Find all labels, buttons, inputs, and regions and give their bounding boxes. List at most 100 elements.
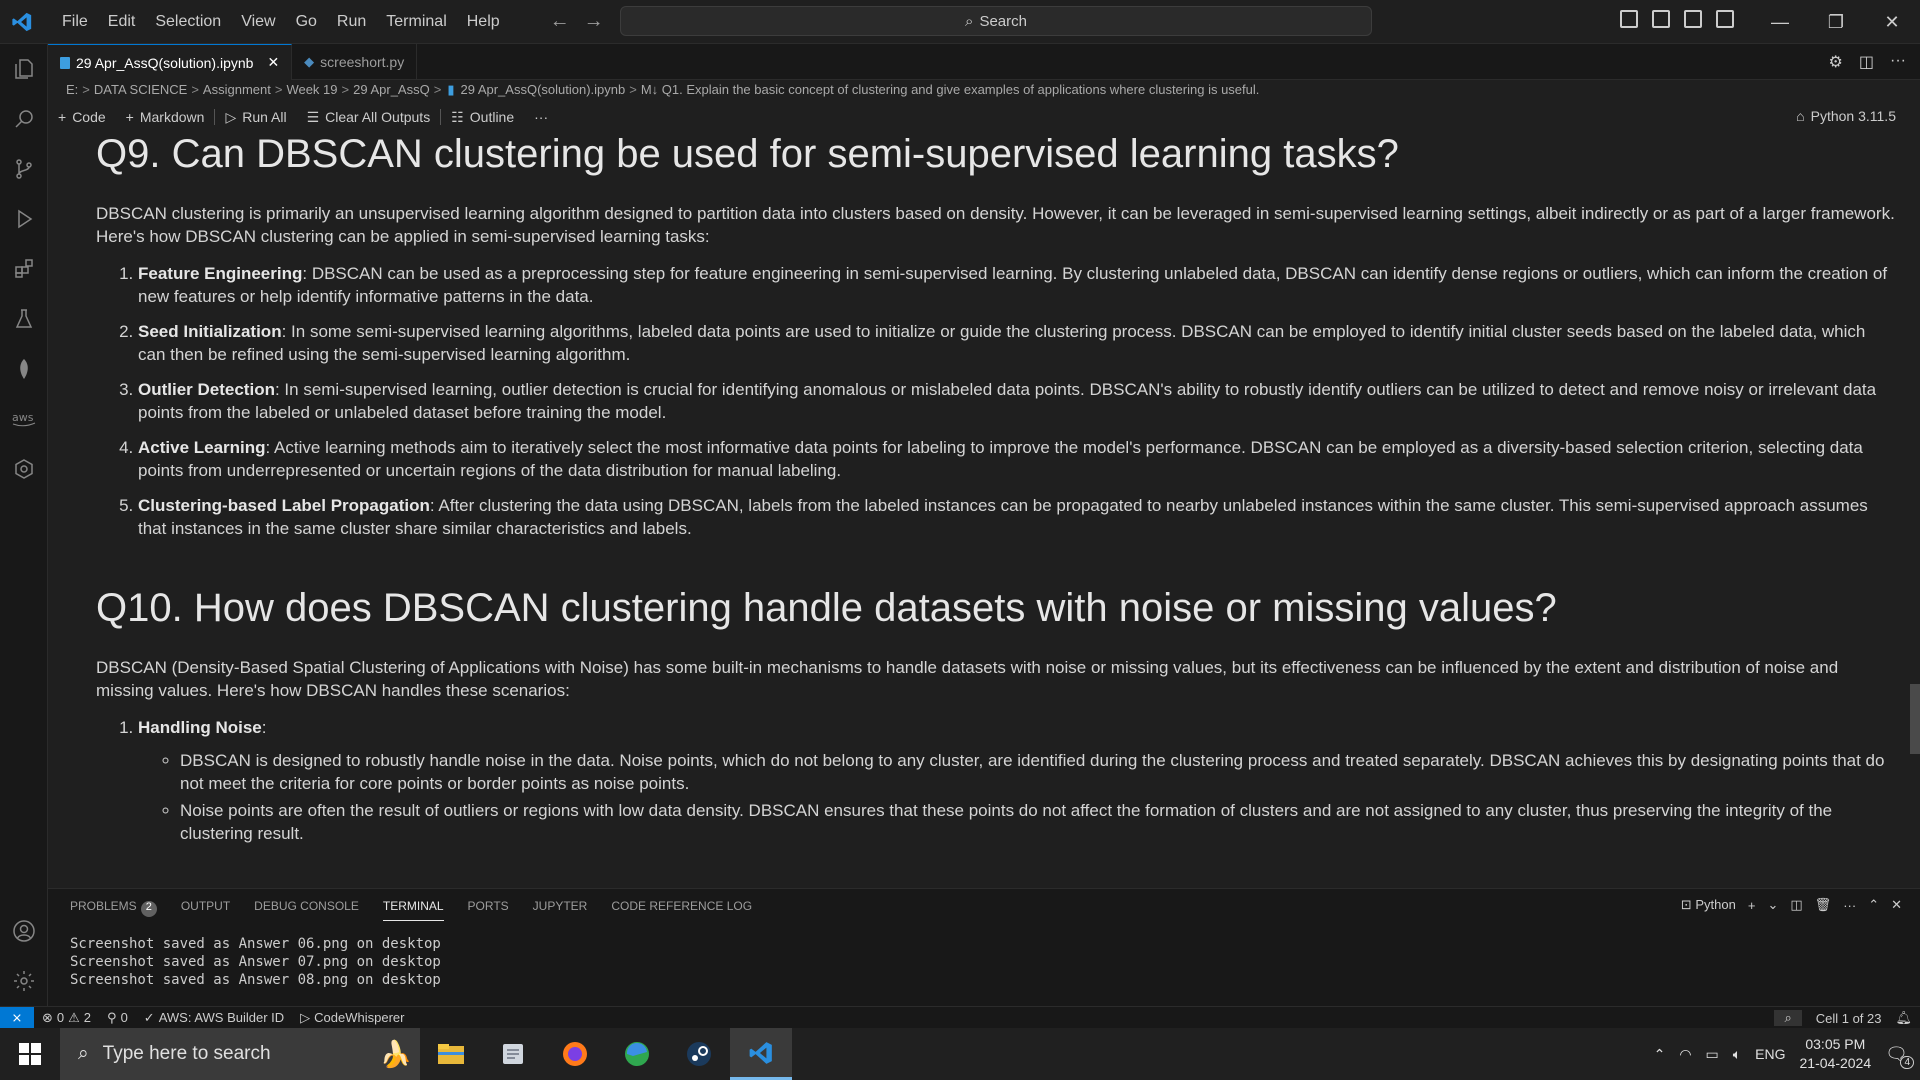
toggle-primary-sidebar-icon[interactable]: [1620, 10, 1638, 28]
breadcrumb-item[interactable]: E:: [66, 82, 78, 102]
tab-problems[interactable]: PROBLEMS 2: [70, 899, 157, 921]
tab-notebook[interactable]: 29 Apr_AssQ(solution).ipynb ✕: [48, 44, 293, 80]
extensions-icon[interactable]: [0, 244, 48, 294]
settings-gear-icon[interactable]: [0, 956, 48, 1006]
zoom-icon[interactable]: ⌕: [1774, 1010, 1802, 1026]
volume-icon[interactable]: 🔈︎: [1733, 1046, 1741, 1063]
run-all-icon: ▷: [225, 108, 237, 125]
steam-icon[interactable]: [668, 1028, 730, 1080]
notebook-settings-gear-icon[interactable]: ⚙: [1829, 52, 1843, 72]
clock[interactable]: 03:05 PM 21-04-2024: [1800, 1035, 1872, 1073]
command-search-box[interactable]: ⌕ Search: [620, 6, 1372, 36]
terminal-line: Screenshot saved as Answer 06.png on des…: [70, 936, 441, 952]
codewhisperer-status[interactable]: ▷ CodeWhisperer: [292, 1010, 412, 1026]
breadcrumb-item[interactable]: 29 Apr_AssQ: [353, 82, 430, 102]
more-actions-icon[interactable]: ···: [1890, 52, 1906, 72]
more-toolbar-actions[interactable]: ···: [524, 109, 558, 125]
editor-scrollbar-thumb[interactable]: [1910, 684, 1920, 754]
menu-run[interactable]: Run: [327, 0, 376, 44]
aws-icon[interactable]: aws: [0, 394, 48, 444]
add-markdown-cell-button[interactable]: + Markdown: [116, 109, 215, 125]
split-terminal-icon[interactable]: ◫: [1790, 897, 1802, 913]
tab-code-reference-log[interactable]: CODE REFERENCE LOG: [611, 899, 752, 921]
edge-browser-icon[interactable]: [606, 1028, 668, 1080]
minimize-button[interactable]: —: [1752, 0, 1808, 44]
breadcrumb: E: > DATA SCIENCE > Assignment > Week 19 > 2…: [66, 82, 1259, 102]
firefox-icon[interactable]: [544, 1028, 606, 1080]
breadcrumb-item[interactable]: 29 Apr_AssQ(solution).ipynb: [460, 82, 625, 102]
add-code-cell-button[interactable]: + Code: [48, 109, 116, 125]
notification-center-icon[interactable]: 🗨︎ 4: [1885, 1044, 1914, 1069]
menu-help[interactable]: Help: [457, 0, 510, 44]
tab-debug-console[interactable]: DEBUG CONSOLE: [254, 899, 359, 921]
tab-terminal[interactable]: TERMINAL: [382, 899, 444, 921]
outline-button[interactable]: ☷ Outline: [441, 109, 524, 126]
close-window-button[interactable]: ✕: [1864, 0, 1920, 44]
close-tab-icon[interactable]: ✕: [267, 54, 279, 71]
menu-edit[interactable]: Edit: [98, 0, 146, 44]
menu-view[interactable]: View: [231, 0, 285, 44]
hexagon-extension-icon[interactable]: [0, 444, 48, 494]
breadcrumb-item[interactable]: M↓ Q1. Explain the basic concept of clus…: [641, 82, 1260, 102]
explorer-icon[interactable]: [0, 44, 48, 94]
new-terminal-icon[interactable]: +: [1748, 898, 1756, 913]
more-actions-icon[interactable]: ···: [1843, 898, 1856, 913]
terminal-output[interactable]: Screenshot saved as Answer 06.png on des…: [70, 935, 441, 989]
forward-arrow-icon[interactable]: →: [584, 10, 604, 33]
notepad-app-icon[interactable]: [482, 1028, 544, 1080]
aws-status[interactable]: ✓ AWS: AWS Builder ID: [136, 1010, 292, 1026]
source-control-icon[interactable]: [0, 144, 48, 194]
file-explorer-icon[interactable]: [420, 1028, 482, 1080]
play-icon: ▷: [300, 1009, 311, 1025]
run-debug-icon[interactable]: [0, 194, 48, 244]
menu-selection[interactable]: Selection: [145, 0, 231, 44]
kernel-picker[interactable]: ⌂ Python 3.11.5: [1796, 108, 1896, 124]
toggle-secondary-sidebar-icon[interactable]: [1684, 10, 1702, 28]
breadcrumb-item[interactable]: Assignment: [203, 82, 271, 102]
restore-button[interactable]: ❐: [1808, 0, 1864, 44]
menu-go[interactable]: Go: [286, 0, 327, 44]
check-icon: ✓: [143, 1009, 155, 1025]
language-indicator[interactable]: ENG: [1755, 1046, 1785, 1062]
taskbar-search-box[interactable]: ⌕ Type here to search 🍌: [60, 1028, 420, 1080]
terminal-profile-selector[interactable]: ⊡ Python: [1681, 897, 1736, 913]
clear-all-outputs-button[interactable]: ☰ Clear All Outputs: [297, 109, 441, 126]
tab-python-file[interactable]: ◆ screeshort.py: [292, 44, 418, 80]
notifications-bell-icon[interactable]: 🔔︎: [1895, 1010, 1912, 1026]
remote-indicator-icon[interactable]: ⨯: [0, 1006, 34, 1029]
toggle-panel-icon[interactable]: [1652, 10, 1670, 28]
search-icon: ⌕: [965, 12, 974, 30]
battery-icon[interactable]: ▭: [1706, 1046, 1719, 1063]
q10-heading: Q10. How does DBSCAN clustering handle d…: [96, 586, 1557, 630]
menu-terminal[interactable]: Terminal: [376, 0, 456, 44]
chevron-down-icon[interactable]: ⌄: [1767, 897, 1778, 913]
cell-indicator[interactable]: Cell 1 of 23: [1816, 1011, 1882, 1026]
ports-status[interactable]: ⚲ 0: [99, 1010, 136, 1026]
wifi-icon[interactable]: ◠: [1679, 1046, 1691, 1063]
notebook-toolbar: + Code + Markdown ▷ Run All ☰ Clear All Outp…: [48, 104, 1920, 130]
close-panel-icon[interactable]: ✕: [1891, 897, 1902, 913]
tab-jupyter[interactable]: JUPYTER: [533, 899, 588, 921]
tab-output[interactable]: OUTPUT: [181, 899, 230, 921]
run-all-button[interactable]: ▷ Run All: [215, 109, 296, 126]
back-arrow-icon[interactable]: ←: [550, 10, 570, 33]
search-icon[interactable]: [0, 94, 48, 144]
accounts-icon[interactable]: [0, 906, 48, 956]
problems-status[interactable]: ⊗ 0 ⚠ 2: [34, 1010, 99, 1026]
testing-flask-icon[interactable]: [0, 294, 48, 344]
split-editor-icon[interactable]: ◫: [1859, 52, 1874, 72]
activity-bar: aws: [0, 44, 48, 1006]
vscode-taskbar-icon[interactable]: [730, 1028, 792, 1080]
tab-ports[interactable]: PORTS: [468, 899, 509, 921]
maximize-panel-chevron-up-icon[interactable]: ⌃: [1868, 897, 1879, 913]
show-hidden-icons-chevron-icon[interactable]: ⌃: [1654, 1046, 1666, 1063]
title-bar: File Edit Selection View Go Run Terminal…: [0, 0, 1920, 44]
breadcrumb-item[interactable]: DATA SCIENCE: [94, 82, 187, 102]
customize-layout-icon[interactable]: [1716, 10, 1734, 28]
windows-start-button[interactable]: [0, 1028, 60, 1080]
breadcrumb-item[interactable]: Week 19: [286, 82, 337, 102]
tab-label: screeshort.py: [320, 54, 405, 70]
leaf-extension-icon[interactable]: [0, 344, 48, 394]
menu-file[interactable]: File: [52, 0, 98, 44]
kill-terminal-trash-icon[interactable]: 🗑: [1815, 897, 1832, 913]
